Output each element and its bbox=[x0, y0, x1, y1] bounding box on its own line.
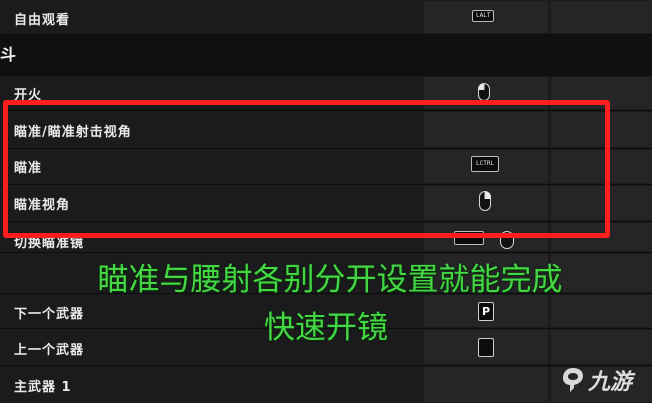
caption-line-2: 快速开镜 bbox=[264, 310, 388, 346]
row-label: 主武器 1 bbox=[14, 380, 72, 395]
caption-line-1: 瞄准与腰射各别分开设置就能完成 bbox=[97, 262, 563, 298]
logo-text: 九游 bbox=[588, 370, 633, 395]
section-header: 斗 bbox=[0, 35, 652, 75]
section-title: 斗 bbox=[0, 45, 17, 64]
jiuyou-logo-icon bbox=[563, 368, 583, 392]
highlight-box bbox=[3, 100, 610, 238]
row-primary-weapon: 主武器 1 bbox=[0, 366, 652, 403]
key-lalt: LALT bbox=[472, 10, 495, 22]
primary-binding-cell[interactable] bbox=[424, 367, 548, 402]
mouse-left-icon bbox=[478, 83, 490, 101]
secondary-binding-cell[interactable] bbox=[551, 1, 652, 33]
row-free-look: 自由观看 LALT bbox=[0, 0, 652, 34]
watermark-logo: 九游 bbox=[560, 364, 632, 396]
row-label: 自由观看 bbox=[14, 13, 71, 28]
primary-binding-cell[interactable]: LALT bbox=[424, 1, 548, 33]
